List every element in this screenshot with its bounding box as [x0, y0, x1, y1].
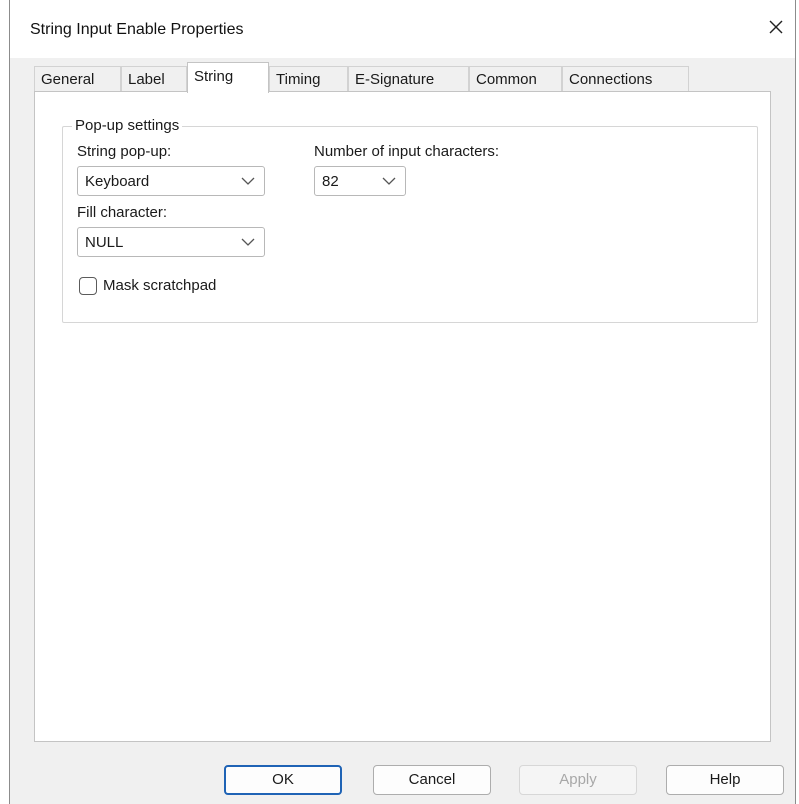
close-button[interactable]: [759, 10, 793, 44]
mask-scratchpad-checkbox[interactable]: [79, 277, 97, 295]
tab-strip: General Label String Timing E-Signature …: [34, 62, 785, 93]
number-of-input-characters-dropdown[interactable]: 82: [314, 166, 406, 196]
fill-character-dropdown[interactable]: NULL: [77, 227, 265, 257]
window-title: String Input Enable Properties: [30, 21, 244, 38]
title-bar[interactable]: String Input Enable Properties: [10, 0, 795, 58]
apply-button[interactable]: Apply: [519, 765, 637, 795]
tab-e-signature[interactable]: E-Signature: [348, 66, 469, 92]
string-popup-label: String pop-up:: [77, 143, 172, 160]
help-button[interactable]: Help: [666, 765, 784, 795]
chevron-down-icon: [382, 177, 396, 185]
cancel-button[interactable]: Cancel: [373, 765, 491, 795]
tab-connections[interactable]: Connections: [562, 66, 689, 92]
string-popup-dropdown[interactable]: Keyboard: [77, 166, 265, 196]
mask-scratchpad-label[interactable]: Mask scratchpad: [103, 277, 216, 294]
fill-character-label: Fill character:: [77, 204, 168, 221]
properties-dialog: String Input Enable Properties General L…: [9, 0, 796, 804]
tab-panel-string: Pop-up settings String pop-up: Keyboard …: [34, 91, 771, 742]
number-of-input-characters-value: 82: [322, 173, 339, 190]
tab-common[interactable]: Common: [469, 66, 562, 92]
popup-settings-legend: Pop-up settings: [72, 117, 183, 134]
tab-timing[interactable]: Timing: [269, 66, 348, 92]
string-popup-value: Keyboard: [85, 173, 150, 190]
chevron-down-icon: [241, 238, 255, 246]
tab-label[interactable]: Label: [121, 66, 187, 92]
fill-character-value: NULL: [85, 234, 124, 251]
chevron-down-icon: [241, 177, 255, 185]
tab-string[interactable]: String: [187, 62, 269, 93]
ok-button[interactable]: OK: [224, 765, 342, 795]
tab-general[interactable]: General: [34, 66, 121, 92]
number-of-input-characters-label: Number of input characters:: [314, 143, 500, 160]
close-icon: [769, 20, 783, 34]
